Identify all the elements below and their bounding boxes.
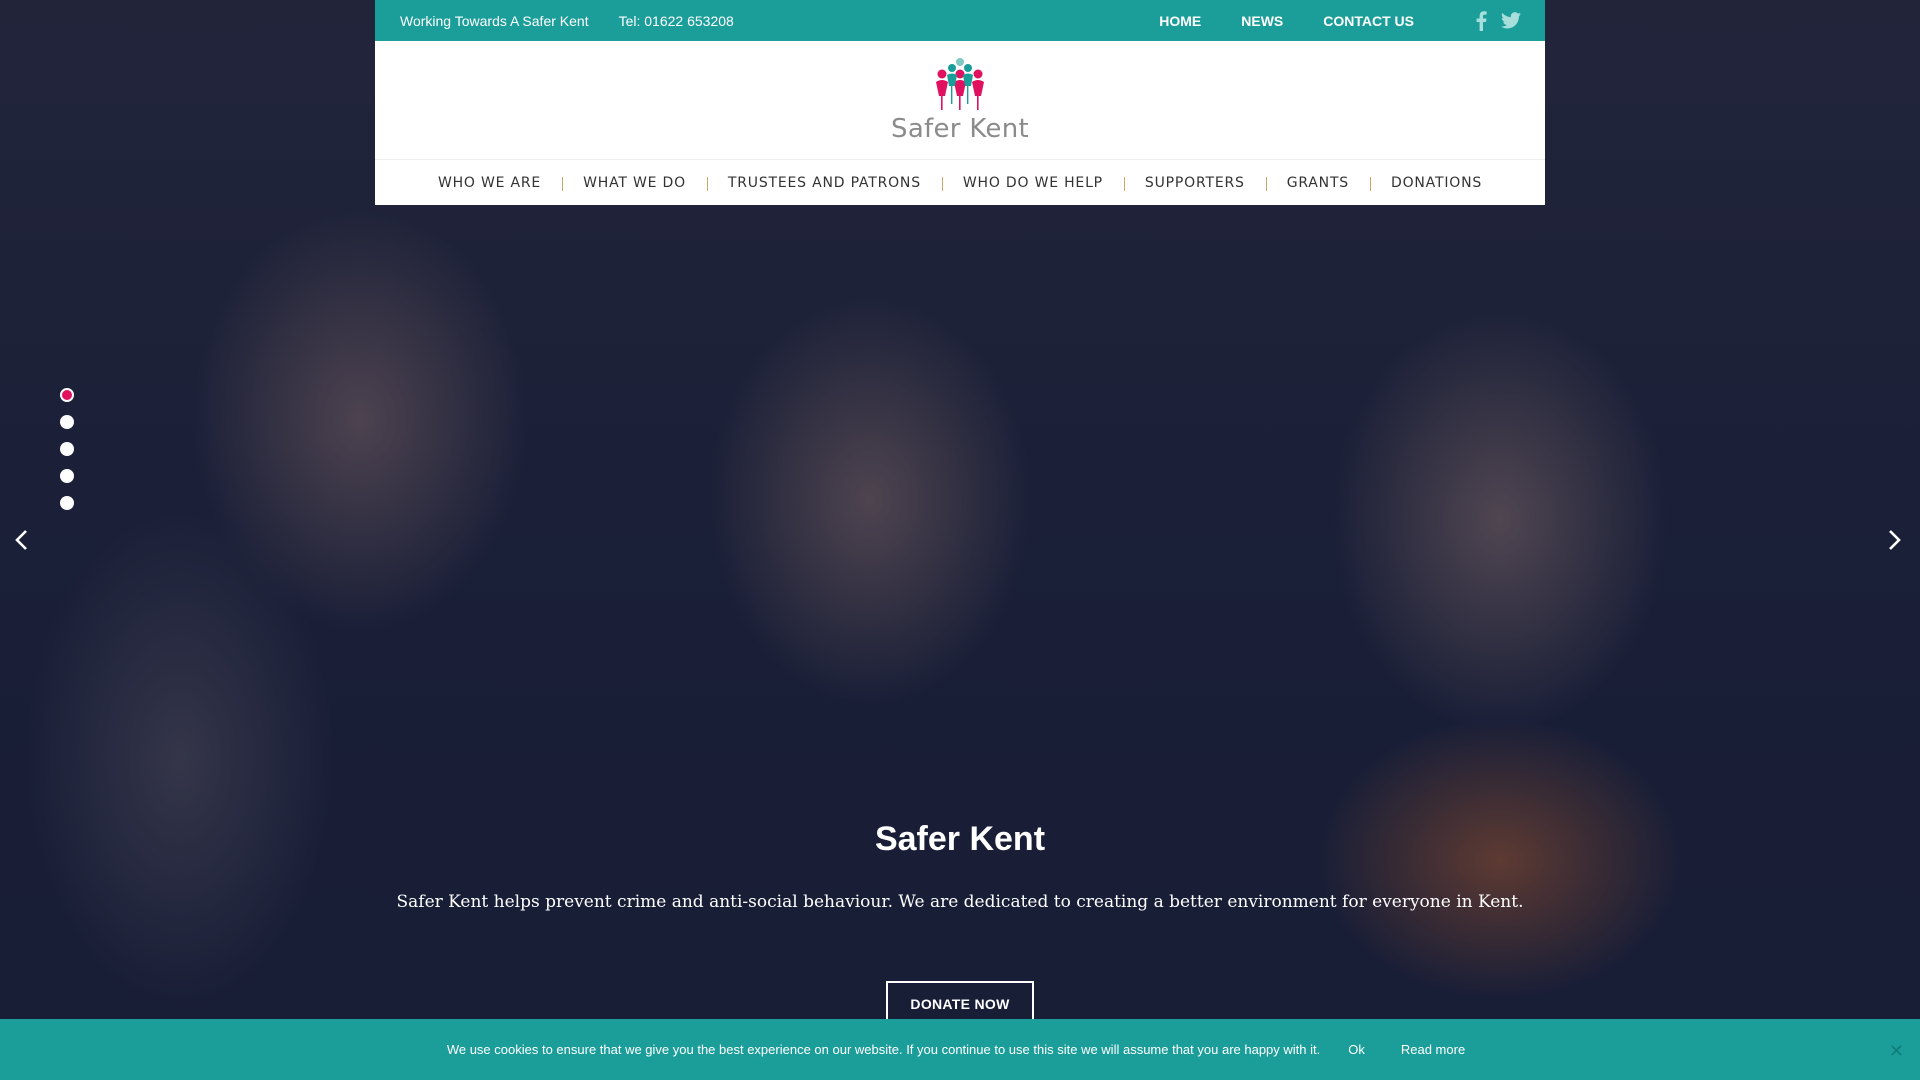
site-logo[interactable]: Safer Kent [891, 56, 1029, 144]
nav-supporters[interactable]: SUPPORTERS [1123, 175, 1266, 191]
nav-who-we-are[interactable]: WHO WE ARE [417, 175, 562, 191]
logo-figures-icon [936, 58, 984, 110]
nav-grants[interactable]: GRANTS [1265, 175, 1370, 191]
slider-dot-2[interactable] [60, 415, 74, 429]
phone-number[interactable]: Tel: 01622 653208 [619, 13, 734, 29]
slider-dot-5[interactable] [60, 496, 74, 510]
nav-trustees-and-patrons[interactable]: TRUSTEES AND PATRONS [706, 175, 942, 191]
slide-description: Safer Kent helps prevent crime and anti-… [396, 892, 1524, 912]
slider-dot-3[interactable] [60, 442, 74, 456]
top-bar: Working Towards A Safer Kent Tel: 01622 … [375, 0, 1545, 41]
social-links [1462, 10, 1521, 31]
cookie-ok-button[interactable]: Ok [1340, 1038, 1373, 1061]
site-header: Safer Kent [375, 41, 1545, 159]
top-nav-home[interactable]: HOME [1159, 13, 1201, 29]
cookie-notice: We use cookies to ensure that we give yo… [0, 1019, 1920, 1080]
slider-pagination [60, 388, 74, 523]
cookie-message: We use cookies to ensure that we give yo… [446, 1042, 1321, 1057]
slide-title: Safer Kent [874, 820, 1046, 858]
twitter-icon[interactable] [1501, 12, 1521, 29]
nav-what-we-do[interactable]: WHAT WE DO [562, 175, 707, 191]
nav-donations[interactable]: DONATIONS [1370, 175, 1503, 191]
slider-dot-1[interactable] [60, 388, 74, 402]
facebook-icon[interactable] [1476, 10, 1487, 31]
top-nav: HOME NEWS CONTACT US [1119, 13, 1414, 29]
nav-who-do-we-help[interactable]: WHO DO WE HELP [941, 175, 1124, 191]
top-nav-news[interactable]: NEWS [1241, 13, 1283, 29]
main-nav: WHO WE ARE WHAT WE DO TRUSTEES AND PATRO… [375, 159, 1545, 205]
chevron-left-icon[interactable] [14, 528, 28, 552]
logo-text: Safer Kent [891, 114, 1029, 144]
tagline: Working Towards A Safer Kent [400, 12, 589, 29]
close-icon[interactable]: ✕ [1889, 1041, 1904, 1062]
slider-dot-4[interactable] [60, 469, 74, 483]
cookie-read-more-link[interactable]: Read more [1393, 1038, 1473, 1061]
top-nav-contact-us[interactable]: CONTACT US [1323, 13, 1414, 29]
chevron-right-icon[interactable] [1888, 528, 1902, 552]
